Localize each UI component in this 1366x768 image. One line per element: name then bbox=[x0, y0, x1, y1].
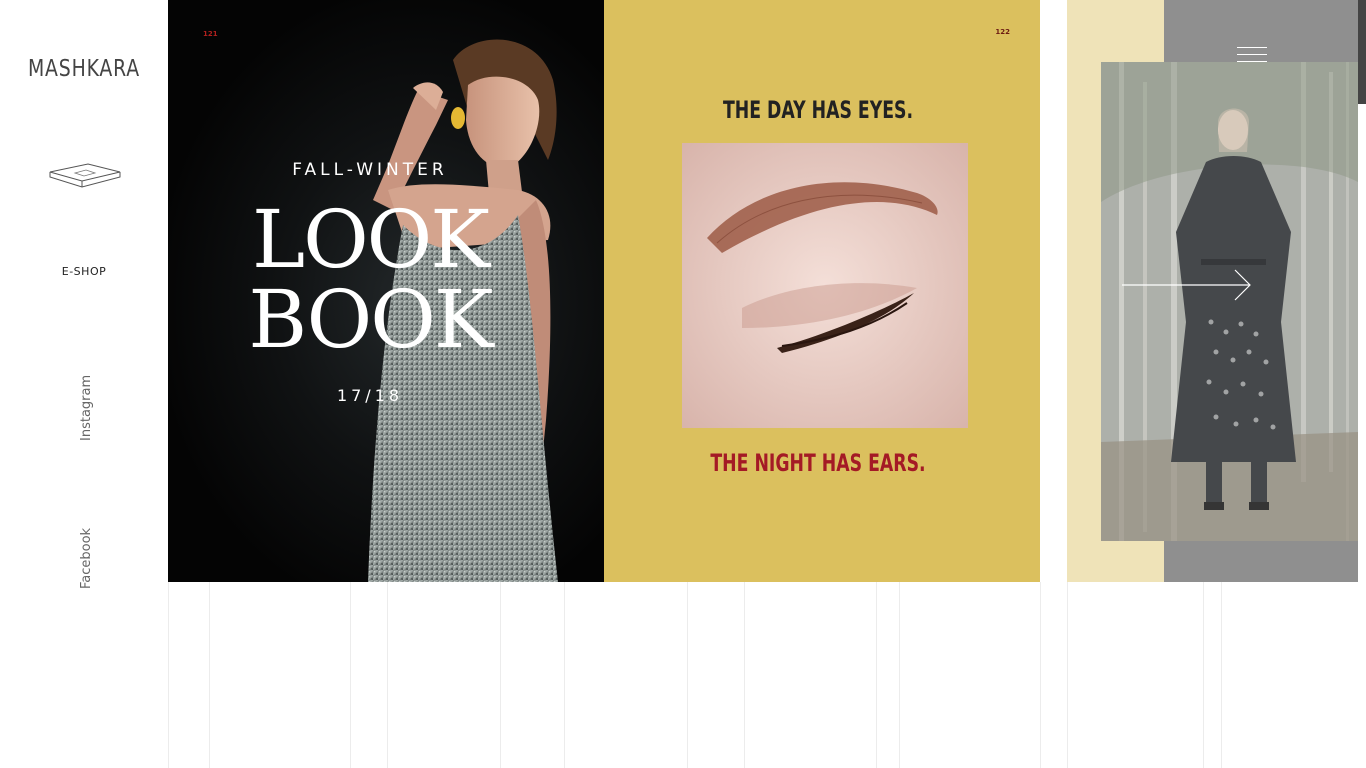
lookbook-title-line1: LOOK bbox=[251, 193, 490, 286]
grid-line bbox=[899, 582, 900, 768]
arrow-right-icon[interactable] bbox=[1122, 268, 1254, 302]
scrollbar-thumb[interactable] bbox=[1358, 0, 1366, 104]
grid-line bbox=[1067, 582, 1068, 768]
grid-line bbox=[350, 582, 351, 768]
grid-line bbox=[1040, 582, 1041, 768]
grid-line bbox=[876, 582, 877, 768]
grid-line bbox=[168, 582, 169, 768]
season-years: 17/18 bbox=[336, 386, 404, 405]
lookbook-cover-page[interactable]: 121 FALL-WINTER LOOK BOOK 17/18 bbox=[168, 0, 604, 582]
nav-instagram-link[interactable]: Instagram bbox=[79, 375, 94, 441]
season-label: FALL-WINTER bbox=[292, 160, 448, 180]
grid-line bbox=[387, 582, 388, 768]
nav-facebook-link[interactable]: Facebook bbox=[79, 528, 94, 589]
headline-bottom: THE NIGHT HAS EARS. bbox=[710, 449, 926, 477]
eye-closeup-photo bbox=[682, 143, 968, 428]
headline-top: THE DAY HAS EYES. bbox=[722, 96, 914, 124]
grid-line bbox=[1203, 582, 1204, 768]
hamburger-menu-icon[interactable] bbox=[1237, 47, 1267, 63]
grid-line bbox=[564, 582, 565, 768]
lookbook-eye-page[interactable]: 122 THE DAY HAS EYES. THE NIGHT HAS EARS… bbox=[604, 0, 1040, 582]
nav-eshop-link[interactable]: E-SHOP bbox=[0, 265, 168, 278]
grid-line bbox=[500, 582, 501, 768]
grid-line bbox=[687, 582, 688, 768]
brand-logo[interactable]: MASHKARA bbox=[15, 56, 153, 82]
grid-line bbox=[744, 582, 745, 768]
lookbook-title-line2: BOOK bbox=[248, 273, 493, 366]
page-number: 121 bbox=[203, 30, 218, 38]
box-icon[interactable] bbox=[48, 160, 122, 192]
sidebar: MASHKARA E-SHOP Instagram Facebook bbox=[0, 0, 168, 768]
grid-line bbox=[1221, 582, 1222, 768]
grid-line bbox=[209, 582, 210, 768]
page-number: 122 bbox=[995, 28, 1010, 36]
